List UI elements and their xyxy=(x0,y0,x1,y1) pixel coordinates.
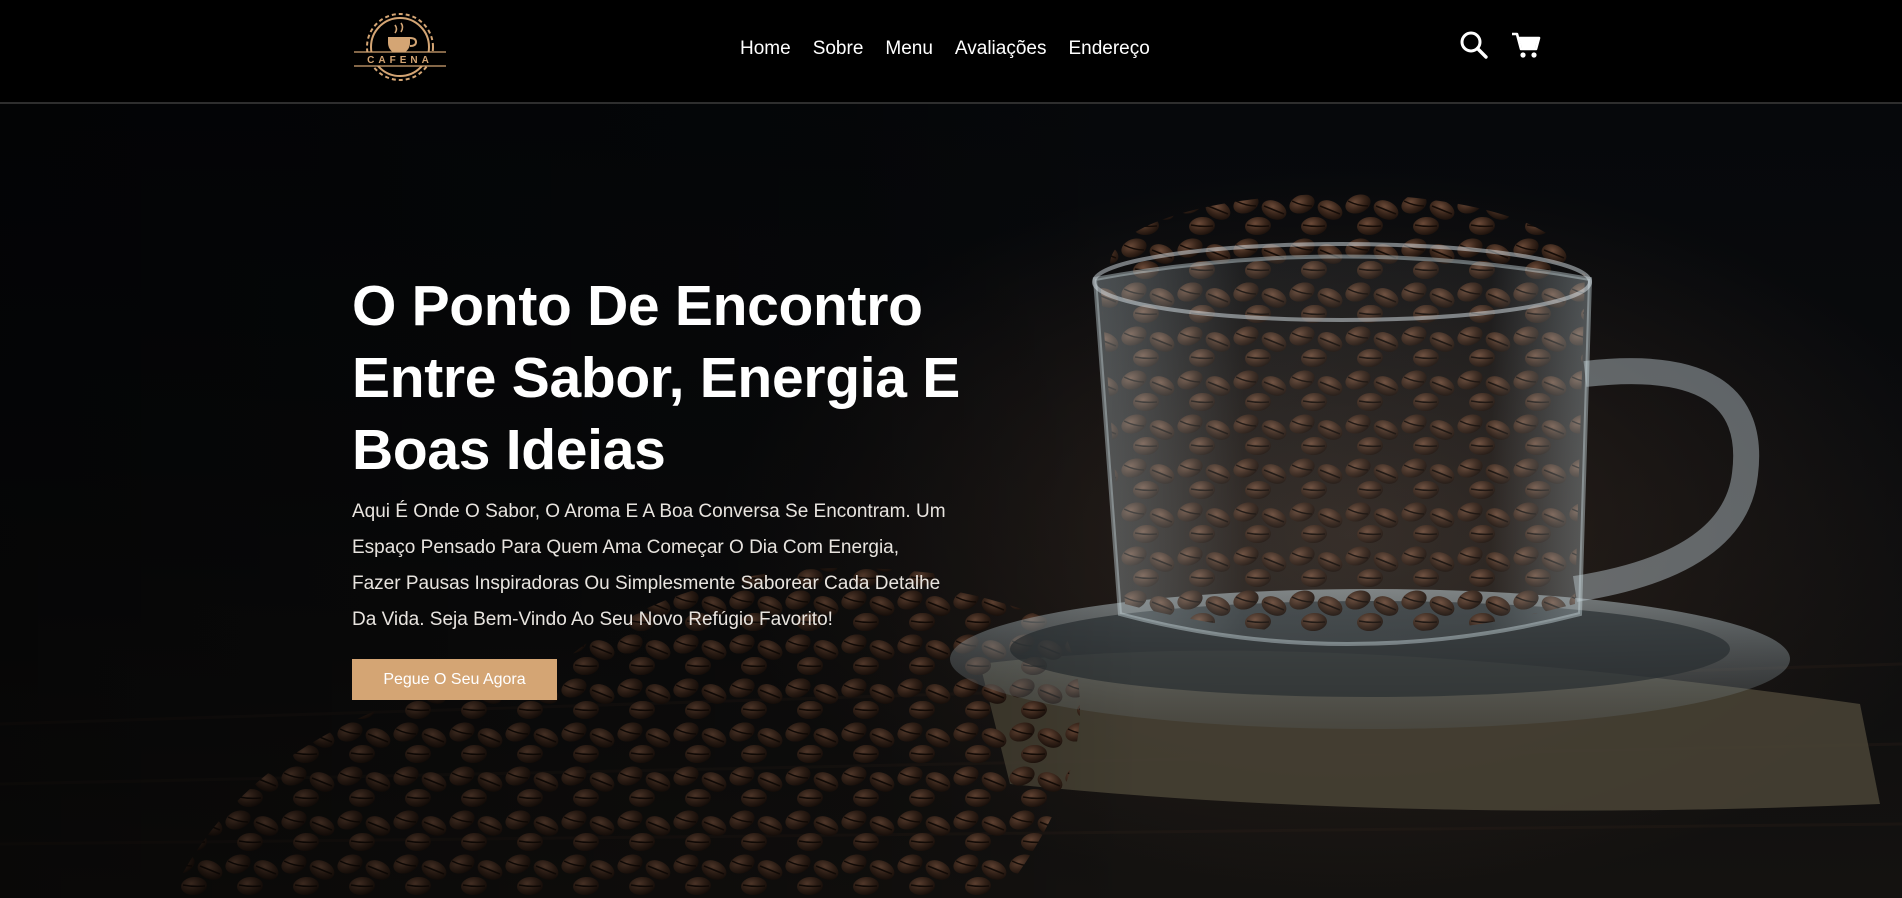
hero-section: O Ponto De Encontro Entre Sabor, Energia… xyxy=(0,104,1902,898)
nav-avaliacoes[interactable]: Avaliações xyxy=(955,38,1047,60)
get-yours-now-button[interactable]: Pegue O Seu Agora xyxy=(352,659,557,700)
site-header: CAFENA Home Sobre Menu Avaliações Endere… xyxy=(0,0,1902,104)
nav-home[interactable]: Home xyxy=(740,38,791,60)
search-icon[interactable] xyxy=(1459,30,1489,60)
nav-sobre[interactable]: Sobre xyxy=(813,38,864,60)
cart-icon[interactable] xyxy=(1511,31,1541,59)
logo-emblem: CAFENA xyxy=(354,13,446,81)
hero-description: Aqui É Onde O Sabor, O Aroma E A Boa Con… xyxy=(352,501,946,630)
hero-title-line: O Ponto De Encontro xyxy=(352,274,923,338)
main-nav: Home Sobre Menu Avaliações Endereço xyxy=(740,0,1150,98)
hero-title: O Ponto De Encontro Entre Sabor, Energia… xyxy=(352,270,962,486)
nav-endereco[interactable]: Endereço xyxy=(1068,38,1149,60)
cafena-logo[interactable]: CAFENA xyxy=(350,7,450,87)
logo-text: CAFENA xyxy=(367,55,433,66)
header-icons xyxy=(1459,30,1541,60)
hero-title-line: Boas Ideias xyxy=(352,418,666,482)
nav-menu[interactable]: Menu xyxy=(885,38,933,60)
hero-title-line: Entre Sabor, Energia E xyxy=(352,346,960,410)
hero-content: O Ponto De Encontro Entre Sabor, Energia… xyxy=(352,270,962,700)
